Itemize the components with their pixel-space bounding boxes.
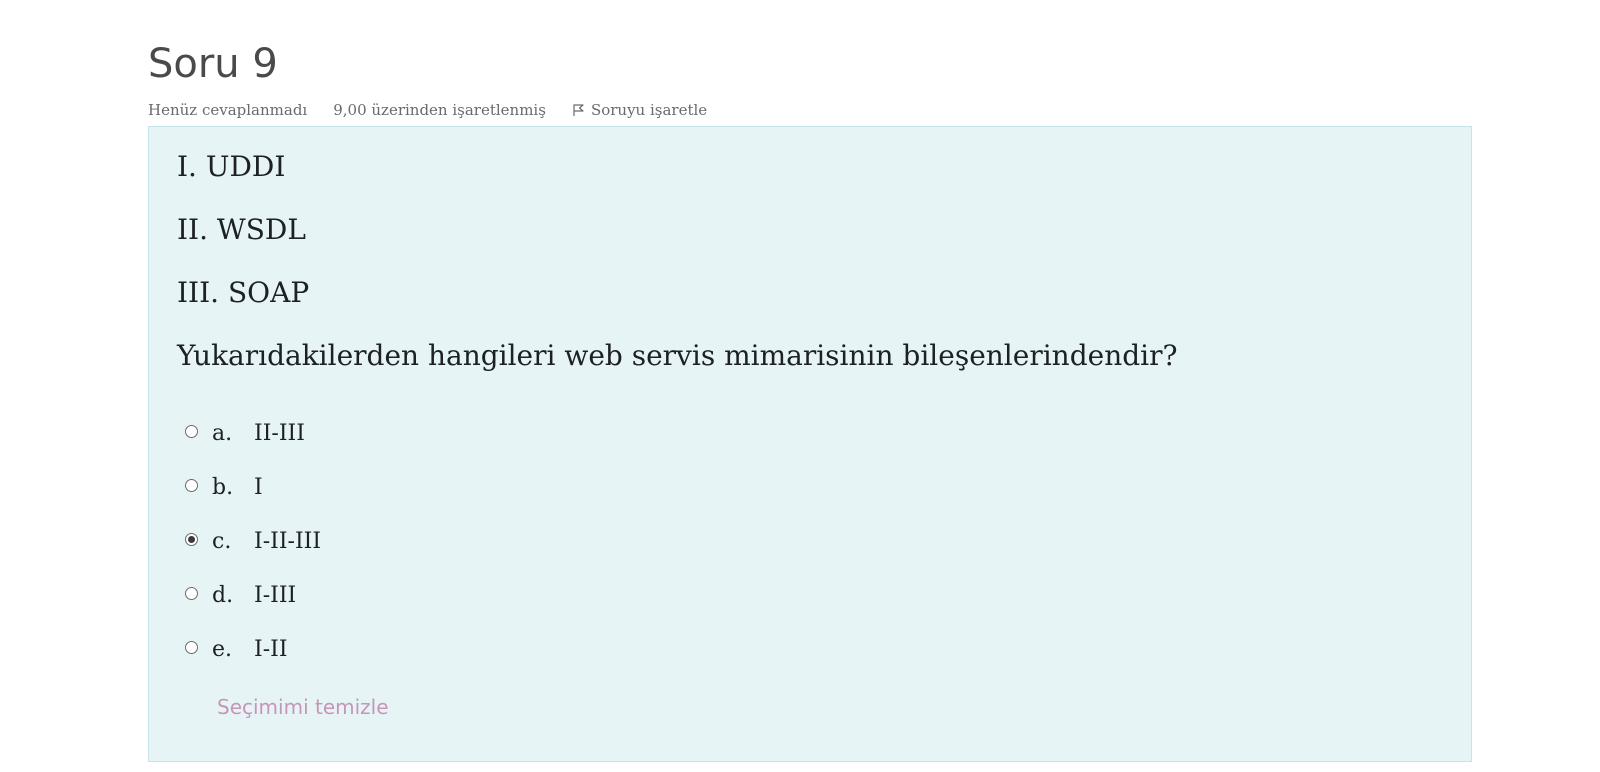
answer-text: I-III [254, 583, 297, 608]
quiz-page: Soru 9 Henüz cevaplanmadı 9,00 üzerinden… [0, 0, 1600, 772]
question-info: Henüz cevaplanmadı 9,00 üzerinden işaret… [148, 98, 707, 122]
question-number: Soru 9 [148, 41, 278, 87]
answer-letter: d. [212, 583, 234, 608]
question-text-line: II. WSDL [177, 213, 306, 246]
question-grade: 9,00 üzerinden işaretlenmiş [333, 101, 546, 119]
answer-radio-b[interactable] [185, 479, 198, 492]
answer-text: I [254, 475, 263, 500]
answer-option-c[interactable]: c. I-II-III [185, 527, 321, 581]
answer-option-a[interactable]: a. II-III [185, 419, 321, 473]
flag-question-link[interactable]: Soruyu işaretle [572, 101, 707, 119]
answer-letter: b. [212, 475, 234, 500]
question-state: Henüz cevaplanmadı [148, 101, 308, 119]
answer-option-d[interactable]: d. I-III [185, 581, 321, 635]
question-content: I. UDDI II. WSDL III. SOAP Yukarıdakiler… [148, 126, 1472, 762]
answer-option-e[interactable]: e. I-II [185, 635, 321, 689]
answer-letter: c. [212, 529, 232, 554]
answer-letter: a. [212, 421, 233, 446]
answer-option-b[interactable]: b. I [185, 473, 321, 527]
flag-icon [573, 104, 584, 116]
question-text: I. UDDI II. WSDL III. SOAP Yukarıdakiler… [177, 145, 1178, 397]
answer-text: I-II-III [254, 529, 322, 554]
answer-radio-a[interactable] [185, 425, 198, 438]
question-prompt: Yukarıdakilerden hangileri web servis mi… [177, 339, 1178, 372]
answer-text: I-II [254, 637, 288, 662]
question-text-line: I. UDDI [177, 150, 286, 183]
answer-radio-d[interactable] [185, 587, 198, 600]
answer-list: a. II-III b. I c. I-II-III d. I-III e. I… [185, 419, 321, 689]
flag-question-label: Soruyu işaretle [590, 101, 708, 119]
answer-text: II-III [254, 421, 305, 446]
answer-letter: e. [212, 637, 233, 662]
answer-radio-e[interactable] [185, 641, 198, 654]
question-text-line: III. SOAP [177, 276, 310, 309]
answer-radio-c[interactable] [185, 533, 198, 546]
clear-choice-link[interactable]: Seçimimi temizle [217, 693, 389, 721]
